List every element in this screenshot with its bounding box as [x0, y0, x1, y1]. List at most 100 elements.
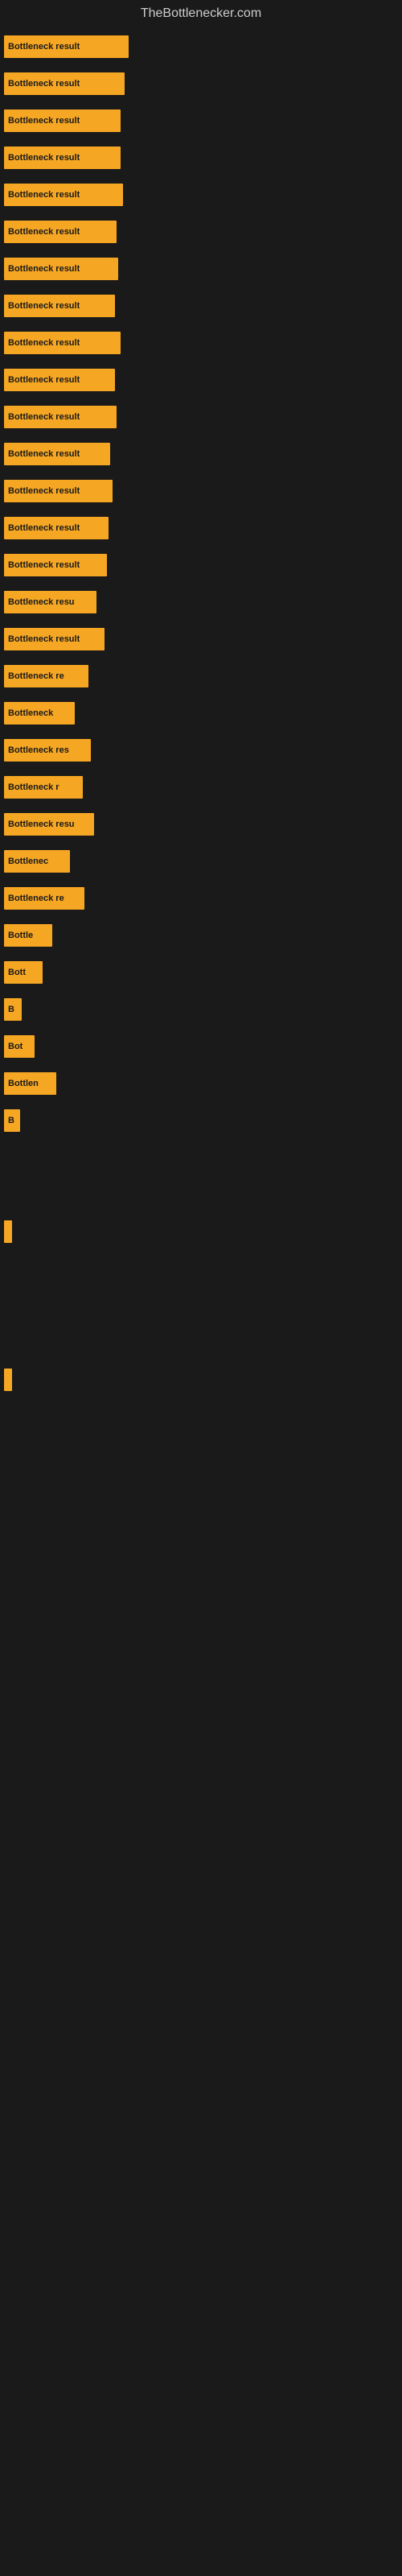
bar-label: Bottleneck result	[8, 412, 80, 422]
bar-row: B	[4, 1109, 398, 1132]
bar-row: Bottleneck resu	[4, 591, 398, 613]
bar-row: Bottleneck result	[4, 406, 398, 428]
bar-row	[4, 1331, 398, 1354]
bottleneck-bar: B	[4, 1109, 20, 1132]
bar-row: Bott	[4, 961, 398, 984]
bar-row: Bottleneck re	[4, 665, 398, 687]
bottleneck-bar: Bottleneck result	[4, 517, 109, 539]
bar-label: Bottleneck result	[8, 634, 80, 644]
bar-row: Bottleneck result	[4, 147, 398, 169]
bottleneck-bar: Bottleneck result	[4, 443, 110, 465]
bar-row: Bottleneck re	[4, 887, 398, 910]
bottleneck-bar: Bottle	[4, 924, 52, 947]
bar-row	[4, 1257, 398, 1280]
bar-label: Bottleneck	[8, 708, 53, 718]
bar-label: Bottleneck result	[8, 449, 80, 459]
bar-row: Bottleneck result	[4, 184, 398, 206]
bottleneck-bar: Bottleneck result	[4, 109, 121, 132]
bar-label: Bottleneck result	[8, 338, 80, 348]
bottleneck-bar: Bottleneck re	[4, 887, 84, 910]
bottleneck-bar: Bottleneck result	[4, 221, 117, 243]
bottleneck-bar: Bottleneck	[4, 702, 75, 724]
bar-label: Bot	[8, 1042, 23, 1051]
bar-label: Bottleneck resu	[8, 819, 75, 829]
bar-label: Bottleneck resu	[8, 597, 75, 607]
bar-label: Bottleneck result	[8, 227, 80, 237]
bar-row: Bottlenec	[4, 850, 398, 873]
bar-row: Bottleneck result	[4, 517, 398, 539]
bar-row: Bottleneck resu	[4, 813, 398, 836]
bar-label: Bottleneck result	[8, 486, 80, 496]
bar-label: Bottleneck result	[8, 153, 80, 163]
bar-label: Bottleneck result	[8, 79, 80, 89]
bar-row	[4, 1183, 398, 1206]
bottleneck-bar: Bottleneck result	[4, 480, 113, 502]
bar-row: Bottleneck result	[4, 72, 398, 95]
bottleneck-bar: Bottleneck result	[4, 295, 115, 317]
bar-label: Bottleneck r	[8, 782, 59, 792]
bar-row: Bottle	[4, 924, 398, 947]
bar-row: Bottlen	[4, 1072, 398, 1095]
bar-label: Bottleneck re	[8, 671, 64, 681]
bottleneck-bar: Bottlenec	[4, 850, 70, 873]
bar-row: Bottleneck result	[4, 221, 398, 243]
bar-label: Bottleneck result	[8, 264, 80, 274]
bar-label: Bottleneck re	[8, 894, 64, 903]
bar-row: Bottleneck result	[4, 554, 398, 576]
bar-label: Bott	[8, 968, 26, 977]
bottleneck-bar: Bottleneck result	[4, 554, 107, 576]
bar-row: Bottleneck result	[4, 109, 398, 132]
bar-label: B	[8, 1116, 14, 1125]
bar-row: Bottleneck result	[4, 369, 398, 391]
bar-row: Bottleneck	[4, 702, 398, 724]
bar-row: Bottleneck r	[4, 776, 398, 799]
bottleneck-bar: Bott	[4, 961, 43, 984]
bar-label: Bottlenec	[8, 857, 48, 866]
bottleneck-bar: Bottleneck result	[4, 369, 115, 391]
bar-label: Bottleneck result	[8, 190, 80, 200]
bottleneck-bar: Bottlen	[4, 1072, 56, 1095]
bottleneck-bar: Bottleneck result	[4, 72, 125, 95]
bar-row: Bottleneck result	[4, 295, 398, 317]
bars-container: Bottleneck result Bottleneck result Bottle…	[0, 27, 402, 1414]
bar-row: Bottleneck result	[4, 480, 398, 502]
bar-label: Bottleneck result	[8, 375, 80, 385]
bottleneck-bar: Bottleneck r	[4, 776, 83, 799]
bar-label: Bottleneck res	[8, 745, 69, 755]
bottleneck-bar: B	[4, 998, 22, 1021]
bottleneck-bar: Bottleneck result	[4, 406, 117, 428]
bottleneck-bar: Bottleneck result	[4, 184, 123, 206]
bottleneck-bar: Bottleneck resu	[4, 813, 94, 836]
bottleneck-bar: Bottleneck result	[4, 628, 105, 650]
bar-label: Bottleneck result	[8, 116, 80, 126]
bottleneck-bar: Bottleneck resu	[4, 591, 96, 613]
bar-label: Bottleneck result	[8, 523, 80, 533]
bottleneck-bar: Bottleneck result	[4, 332, 121, 354]
bar-label: Bottleneck result	[8, 42, 80, 52]
bar-row	[4, 1368, 398, 1391]
bar-row	[4, 1294, 398, 1317]
bottleneck-bar: Bottleneck result	[4, 258, 118, 280]
bottleneck-bar: Bot	[4, 1035, 35, 1058]
bar-label: Bottle	[8, 931, 33, 940]
site-title: TheBottlenecker.com	[0, 0, 402, 27]
bottleneck-bar	[4, 1368, 12, 1391]
bar-label: Bottleneck result	[8, 301, 80, 311]
bottleneck-bar: Bottleneck res	[4, 739, 91, 762]
bar-row	[4, 1146, 398, 1169]
bar-row: Bottleneck result	[4, 35, 398, 58]
bar-row: Bottleneck result	[4, 332, 398, 354]
bar-row: Bottleneck result	[4, 628, 398, 650]
bar-row: |	[4, 1220, 398, 1243]
bottleneck-bar: Bottleneck re	[4, 665, 88, 687]
bar-row: Bot	[4, 1035, 398, 1058]
bar-row: Bottleneck res	[4, 739, 398, 762]
bar-label: Bottlen	[8, 1079, 39, 1088]
bottleneck-bar: Bottleneck result	[4, 147, 121, 169]
bottleneck-bar: |	[4, 1220, 12, 1243]
bar-row: Bottleneck result	[4, 258, 398, 280]
bar-label: B	[8, 1005, 14, 1014]
bar-label: Bottleneck result	[8, 560, 80, 570]
bottleneck-bar: Bottleneck result	[4, 35, 129, 58]
bar-row: B	[4, 998, 398, 1021]
